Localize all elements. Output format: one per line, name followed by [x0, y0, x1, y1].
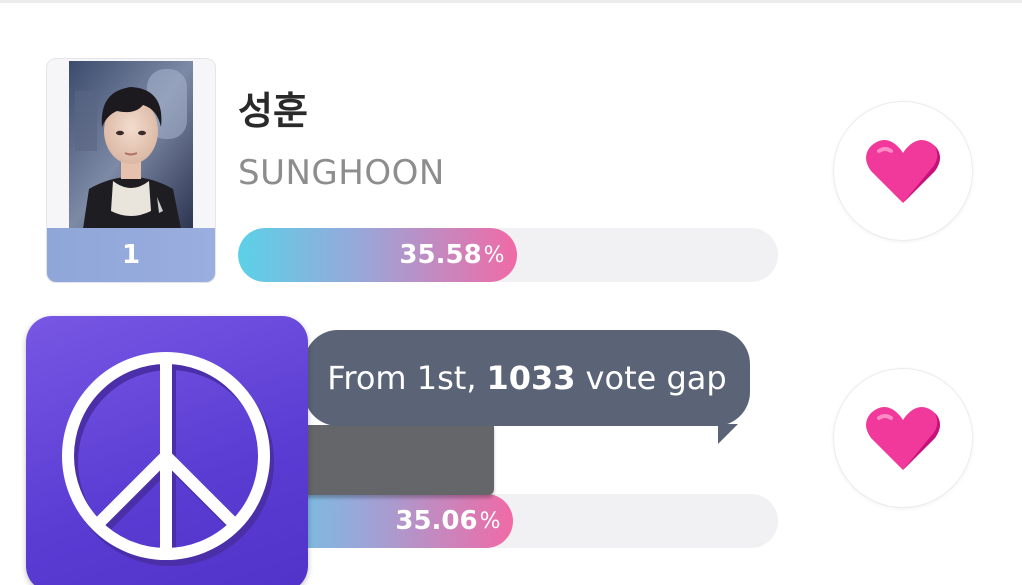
vote-percent-value: 35.06 — [395, 506, 478, 536]
vote-heart-button[interactable] — [833, 368, 973, 508]
top-divider — [0, 0, 1022, 3]
tooltip-suffix: vote gap — [585, 359, 727, 397]
vote-progress-bar: 35.06% — [238, 494, 778, 548]
heart-icon — [866, 139, 940, 203]
vote-gap-tooltip: From 1st, 1033 vote gap — [304, 330, 750, 426]
redacted-block — [296, 425, 494, 495]
peace-sign-app-icon — [26, 316, 308, 585]
candidate-name-korean: 성훈 — [238, 89, 308, 133]
vote-progress-fill: 35.58% — [238, 228, 517, 282]
peace-sign-icon — [62, 352, 274, 566]
vote-percent-value: 35.58 — [399, 240, 482, 270]
vote-ranking-page: 1 성훈 SUNGHOON 35.58% 35.06% From 1st, 103… — [0, 0, 1022, 585]
tooltip-prefix: From 1st, — [327, 359, 477, 397]
tooltip-gap-count: 1033 — [486, 359, 576, 397]
rank-badge: 1 — [47, 228, 215, 282]
vote-heart-button[interactable] — [833, 101, 973, 241]
heart-icon — [866, 406, 940, 470]
vote-percent-unit: % — [483, 242, 505, 268]
tooltip-tail — [718, 424, 738, 444]
vote-progress-bar: 35.58% — [238, 228, 778, 282]
candidate-photo-card[interactable]: 1 — [46, 58, 216, 283]
candidate-photo — [69, 61, 193, 229]
vote-percent-unit: % — [479, 508, 501, 534]
candidate-name-english: SUNGHOON — [238, 153, 445, 193]
